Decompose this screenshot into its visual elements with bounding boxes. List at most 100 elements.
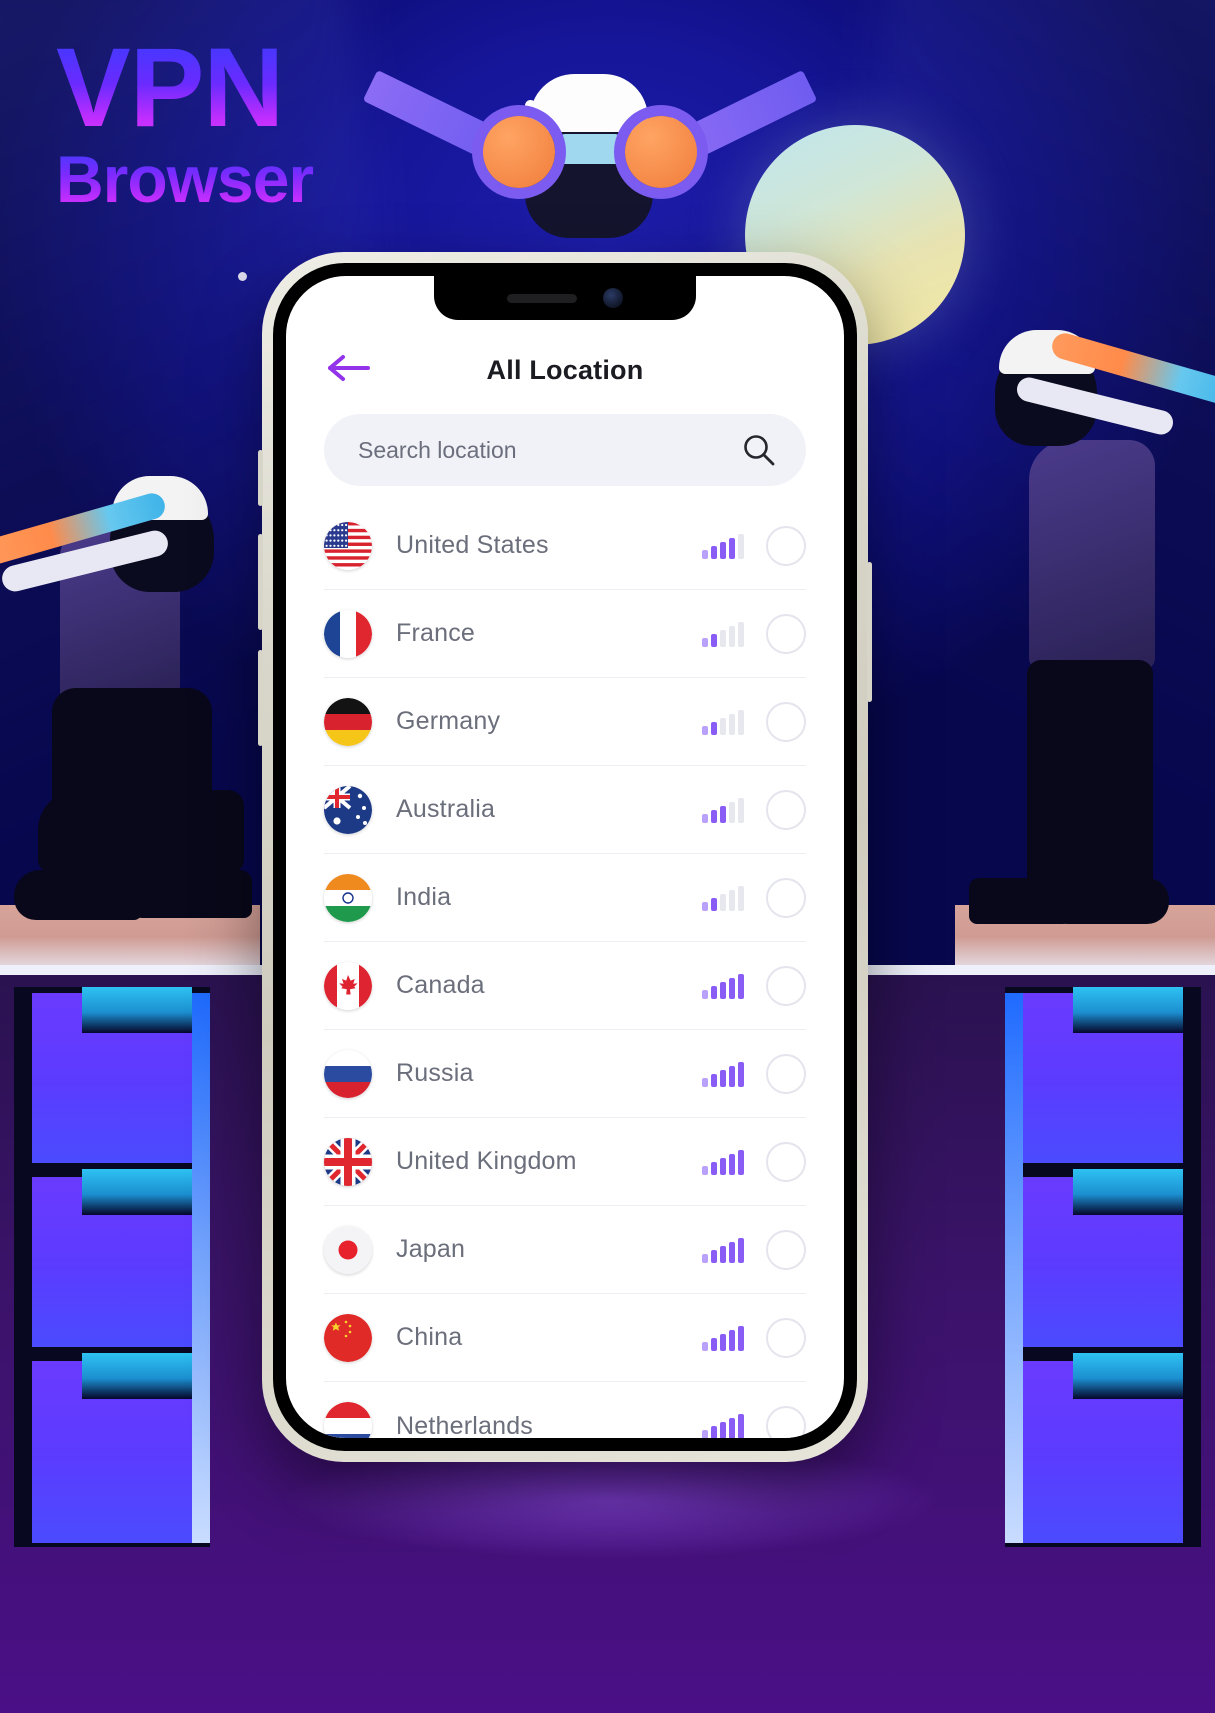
flag-ru-icon: [324, 1049, 372, 1098]
flag-us-icon: [324, 521, 372, 570]
location-list: United States France Germany Australia I…: [286, 486, 844, 1438]
page-title: All Location: [486, 355, 644, 385]
signal-bar: [729, 713, 735, 735]
flag-au-icon: [324, 785, 372, 834]
signal-strength-icon: [702, 1237, 744, 1263]
location-radio-button[interactable]: [766, 1406, 806, 1438]
binocular-lens-right: [625, 116, 697, 188]
location-radio-button[interactable]: [766, 1317, 806, 1358]
phone-bezel: All Location Search location United Stat…: [273, 263, 857, 1451]
signal-bar: [738, 797, 744, 823]
signal-bar: [729, 801, 735, 823]
signal-bar: [729, 1153, 735, 1175]
location-name: United Kingdom: [396, 1147, 577, 1175]
location-row[interactable]: United States: [324, 502, 806, 590]
signal-bar: [720, 541, 726, 559]
flag-fr-icon: [324, 609, 372, 658]
location-row[interactable]: Russia: [324, 1030, 806, 1118]
signal-bar: [738, 1149, 744, 1175]
location-radio-button[interactable]: [766, 525, 806, 566]
signal-bar: [702, 1077, 708, 1087]
building-left: [14, 987, 210, 1547]
location-radio-button[interactable]: [766, 789, 806, 830]
signal-bar: [720, 1157, 726, 1175]
signal-bar: [702, 1253, 708, 1263]
signal-strength-icon: [702, 709, 744, 735]
signal-bar: [720, 717, 726, 735]
phone-volume-down-button[interactable]: [258, 650, 263, 746]
flag-in-icon: [324, 873, 372, 922]
signal-bar: [711, 545, 717, 559]
person-legs: [1027, 660, 1153, 890]
location-row[interactable]: Germany: [324, 678, 806, 766]
location-radio-button[interactable]: [766, 613, 806, 654]
phone-mockup: All Location Search location United Stat…: [258, 252, 872, 1462]
building-edge: [1005, 993, 1023, 1543]
building-visor: [1073, 987, 1183, 1033]
signal-bar: [711, 1249, 717, 1263]
phone-power-button[interactable]: [867, 562, 872, 702]
location-row[interactable]: India: [324, 854, 806, 942]
flag-jp-icon: [324, 1225, 372, 1274]
signal-bar: [720, 893, 726, 911]
signal-bar: [729, 977, 735, 999]
person-leg: [38, 790, 244, 872]
location-name: Canada: [396, 971, 485, 999]
signal-bar: [711, 1073, 717, 1087]
signal-bar: [702, 813, 708, 823]
location-radio-button[interactable]: [766, 1053, 806, 1094]
location-row[interactable]: Australia: [324, 766, 806, 854]
location-row[interactable]: Canada: [324, 942, 806, 1030]
location-row[interactable]: France: [324, 590, 806, 678]
back-button[interactable]: [326, 350, 372, 386]
location-name: Japan: [396, 1235, 466, 1263]
signal-bar: [738, 621, 744, 647]
signal-bar: [738, 1237, 744, 1263]
signal-bar: [702, 549, 708, 559]
signal-bar: [729, 889, 735, 911]
location-row[interactable]: United Kingdom: [324, 1118, 806, 1206]
signal-bar: [711, 985, 717, 999]
flag-ca-icon: [324, 961, 372, 1010]
search-icon[interactable]: [742, 433, 776, 467]
signal-bar: [738, 1061, 744, 1087]
signal-bar: [711, 1426, 717, 1438]
location-row[interactable]: Netherlands: [324, 1382, 806, 1438]
location-name: France: [396, 619, 476, 647]
telescope-person-right: [935, 330, 1215, 950]
phone-volume-up-button[interactable]: [258, 534, 263, 630]
signal-bar: [702, 989, 708, 999]
building-edge: [192, 993, 210, 1543]
location-name: Russia: [396, 1059, 474, 1087]
signal-bar: [738, 1414, 744, 1438]
location-name: China: [396, 1323, 463, 1351]
flag-cn-icon: [324, 1313, 372, 1362]
location-row[interactable]: Japan: [324, 1206, 806, 1294]
app-header: All Location: [286, 276, 844, 396]
signal-bar: [702, 1430, 708, 1438]
signal-strength-icon: [702, 1149, 744, 1175]
location-radio-button[interactable]: [766, 1141, 806, 1182]
search-input[interactable]: [358, 436, 742, 464]
phone-silent-switch[interactable]: [258, 450, 263, 506]
signal-bar: [729, 537, 735, 559]
signal-bar: [702, 1341, 708, 1351]
signal-strength-icon: [702, 621, 744, 647]
signal-strength-icon: [702, 533, 744, 559]
signal-strength-icon: [702, 973, 744, 999]
location-name: Germany: [396, 707, 501, 735]
signal-bar: [720, 1245, 726, 1263]
building-visor: [82, 1353, 192, 1399]
location-row[interactable]: China: [324, 1294, 806, 1382]
signal-bar: [711, 721, 717, 735]
location-radio-button[interactable]: [766, 701, 806, 742]
search-bar[interactable]: [324, 414, 806, 486]
location-radio-button[interactable]: [766, 877, 806, 918]
poster-title-main: VPN: [56, 32, 476, 143]
signal-bar: [711, 897, 717, 911]
binocular-hat: [530, 74, 648, 132]
location-radio-button[interactable]: [766, 1229, 806, 1270]
location-radio-button[interactable]: [766, 965, 806, 1006]
binocular-bridge: [559, 134, 621, 164]
signal-bar: [720, 1422, 726, 1438]
